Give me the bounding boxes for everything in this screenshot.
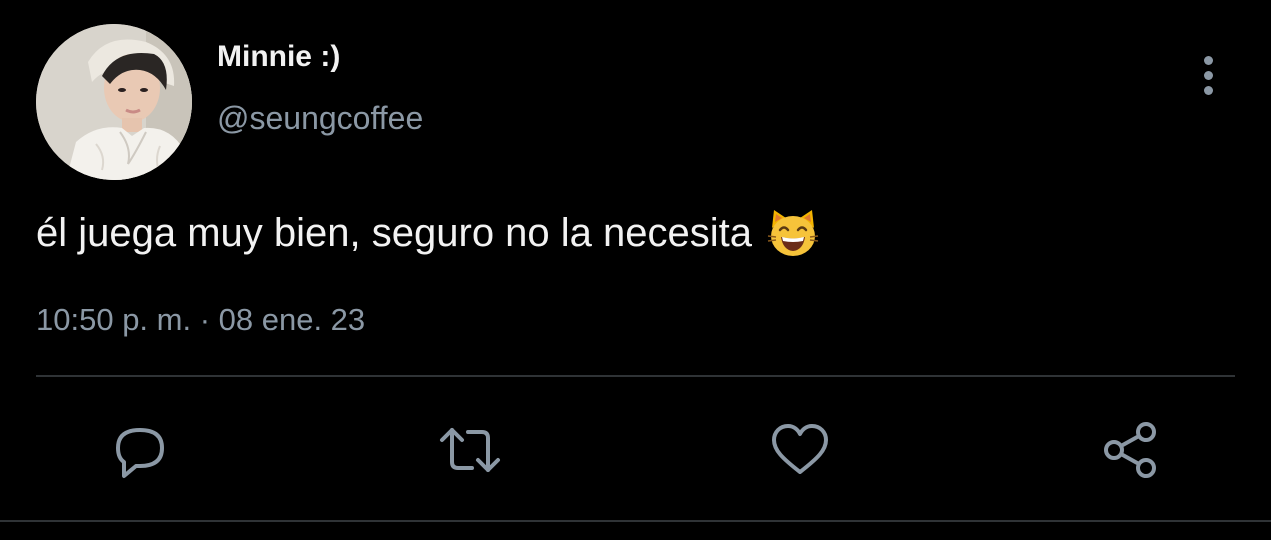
more-dot — [1204, 71, 1213, 80]
grinning-cat-emoji-icon — [766, 206, 820, 260]
reply-button[interactable] — [108, 418, 172, 482]
bottom-divider — [0, 520, 1271, 522]
more-dot — [1204, 56, 1213, 65]
user-handle[interactable]: @seungcoffee — [217, 100, 423, 137]
more-dot — [1204, 86, 1213, 95]
comment-icon — [116, 428, 164, 478]
tweet-text: él juega muy bien, seguro no la necesita — [36, 210, 753, 255]
like-button[interactable] — [768, 418, 832, 482]
heart-icon — [772, 424, 828, 474]
retweet-icon — [440, 428, 500, 472]
tweet-timestamp[interactable]: 10:50 p. m. · 08 ene. 23 — [36, 302, 365, 338]
share-icon — [1104, 422, 1156, 478]
divider — [36, 375, 1235, 377]
tweet-text-container: él juega muy bien, seguro no la necesita — [36, 206, 820, 260]
display-name[interactable]: Minnie :) — [217, 40, 340, 74]
avatar[interactable] — [36, 24, 192, 180]
tweet-detail: Minnie :) @seungcoffee él juega muy bien… — [0, 0, 1271, 540]
retweet-button[interactable] — [438, 418, 502, 482]
more-options-button[interactable] — [1192, 52, 1224, 100]
share-button[interactable] — [1098, 418, 1162, 482]
